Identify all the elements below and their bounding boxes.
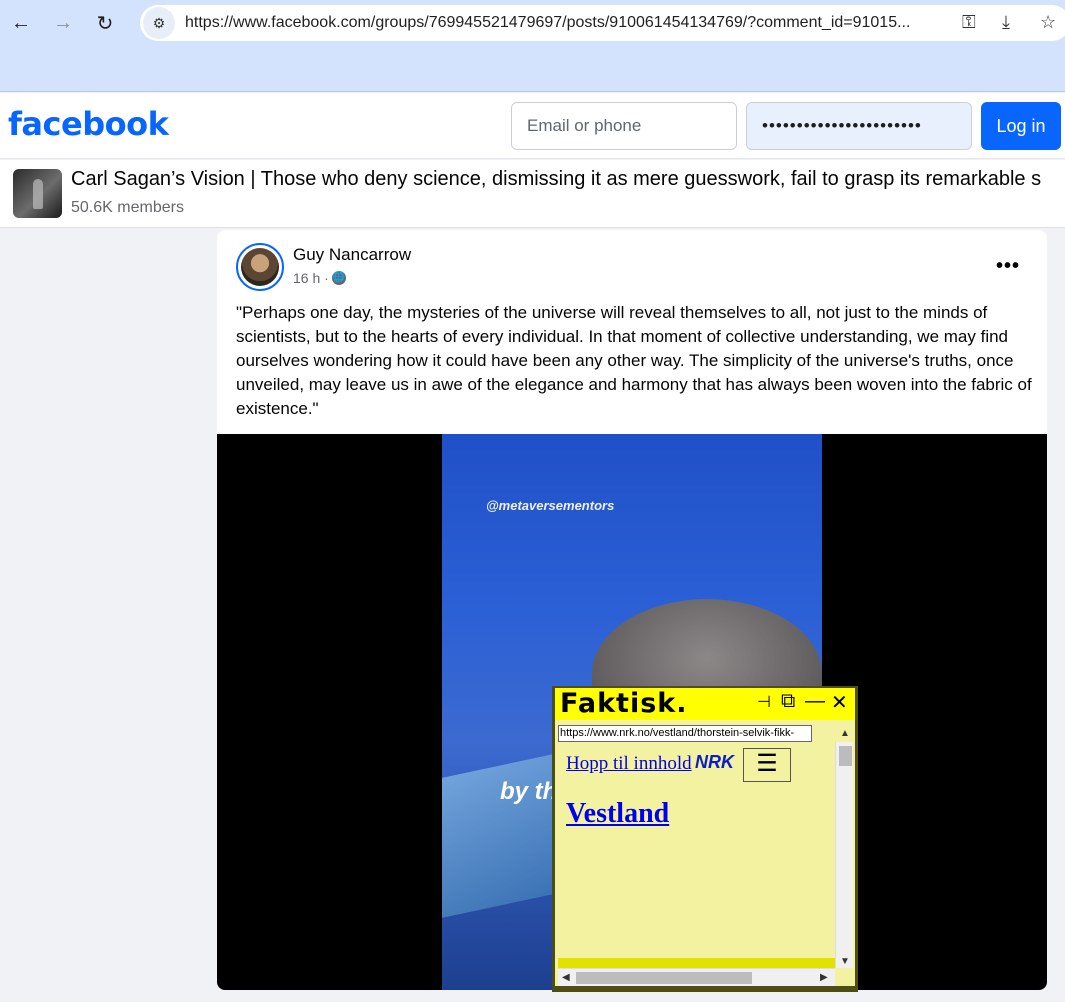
reload-icon[interactable]: ↻: [84, 0, 126, 46]
scroll-left-icon[interactable]: ◀: [562, 972, 570, 983]
browser-strip: [0, 46, 1065, 92]
faktisk-titlebar[interactable]: Faktisk. ⊣ ⧉ — ✕: [555, 688, 855, 720]
copy-icon[interactable]: ⧉: [781, 690, 795, 713]
group-title[interactable]: Carl Sagan’s Vision | Those who deny sci…: [71, 168, 1065, 191]
faktisk-heading[interactable]: Vestland: [566, 798, 669, 830]
horizontal-scroll-thumb[interactable]: [576, 972, 752, 984]
facebook-logo[interactable]: facebook: [8, 105, 169, 143]
post-text: "Perhaps one day, the mysteries of the u…: [236, 303, 1032, 418]
group-members: 50.6K members: [71, 199, 184, 216]
browser-toolbar: ← → ↻ ⚙ https://www.facebook.com/groups/…: [0, 0, 1065, 46]
vertical-scrollbar[interactable]: ▲ ▼: [835, 728, 853, 968]
forward-icon[interactable]: →: [42, 0, 84, 46]
login-button[interactable]: Log in: [981, 102, 1061, 150]
site-info-icon[interactable]: ⚙: [143, 7, 175, 39]
group-thumbnail[interactable]: [13, 169, 62, 218]
star-icon[interactable]: ☆: [1040, 12, 1056, 33]
more-options-button[interactable]: •••: [990, 248, 1026, 284]
email-field[interactable]: [511, 102, 737, 150]
video-watermark: @metaversementors: [486, 498, 615, 513]
group-header: Carl Sagan’s Vision | Those who deny sci…: [0, 160, 1065, 228]
post-author[interactable]: Guy Nancarrow: [293, 245, 411, 265]
faktisk-popup: Faktisk. ⊣ ⧉ — ✕ https://www.nrk.no/vest…: [552, 686, 858, 992]
globe-icon: 🌐: [331, 271, 346, 285]
url-prefix: https://: [185, 14, 234, 31]
url-path: /groups/769945521479697/posts/9100614541…: [370, 14, 911, 31]
url-text[interactable]: https://www.facebook.com/groups/76994552…: [185, 14, 960, 32]
fb-header: facebook ••••••••••••••••••••••• Log in: [0, 93, 1065, 159]
scroll-up-icon[interactable]: ▲: [840, 728, 850, 739]
url-host: www.facebook.com: [233, 14, 371, 31]
menu-icon[interactable]: ☰: [743, 748, 791, 782]
back-icon[interactable]: ←: [0, 0, 42, 46]
post-meta: 16 h · 🌐: [293, 270, 346, 286]
address-bar[interactable]: ⚙ https://www.facebook.com/groups/769945…: [140, 5, 1065, 41]
skip-link[interactable]: Hopp til innhold: [566, 753, 692, 775]
post-time[interactable]: 16 h ·: [293, 270, 329, 286]
faktisk-content: https://www.nrk.no/vestland/thorstein-se…: [555, 720, 855, 986]
faktisk-url[interactable]: https://www.nrk.no/vestland/thorstein-se…: [558, 725, 812, 742]
key-icon[interactable]: ⚿: [962, 12, 976, 33]
scroll-right-icon[interactable]: ▶: [820, 972, 828, 983]
pin-icon[interactable]: ⊣: [757, 692, 771, 712]
scroll-down-icon[interactable]: ▼: [840, 956, 850, 967]
close-icon[interactable]: ✕: [831, 690, 848, 715]
nrk-logo[interactable]: NRK: [695, 752, 734, 773]
minimize-icon[interactable]: —: [805, 690, 825, 713]
vertical-scroll-thumb[interactable]: [839, 746, 852, 766]
faktisk-logo: Faktisk.: [560, 688, 688, 719]
install-icon[interactable]: ⤓: [1002, 12, 1010, 33]
password-field[interactable]: •••••••••••••••••••••••: [746, 102, 972, 150]
horizontal-scrollbar[interactable]: ◀ ▶: [558, 968, 835, 986]
faktisk-band: [558, 958, 835, 968]
avatar[interactable]: [236, 243, 284, 291]
